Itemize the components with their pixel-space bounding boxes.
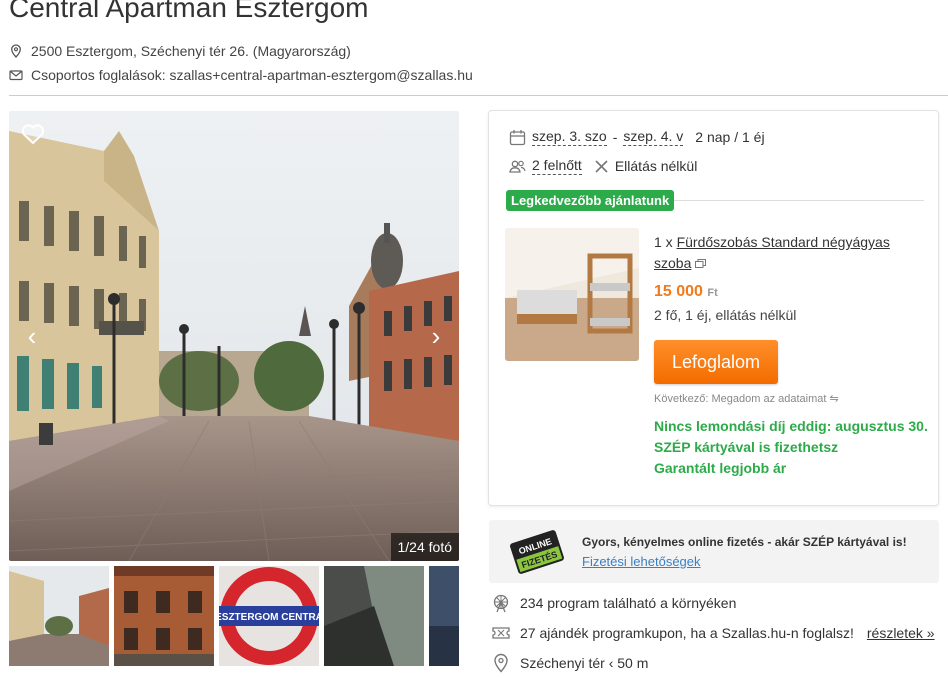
online-payment-logo: ONLINE FIZETÉS (510, 530, 564, 574)
header-divider (9, 95, 948, 96)
group-booking-text[interactable]: Csoportos foglalások: szallas+central-ap… (31, 67, 473, 83)
guests-icon (509, 160, 526, 173)
photo-counter: 1/24 fotó (390, 533, 459, 561)
external-link-icon[interactable] (695, 259, 707, 268)
next-step-text: Következő: Megadom az adataimat (654, 393, 827, 405)
next-step-arrow-icon: ⇋ (829, 393, 839, 405)
checkin-date[interactable]: szep. 3. szo (532, 128, 607, 146)
main-photo[interactable]: ‹ › 1/24 fotó (9, 111, 459, 561)
address-row: 2500 Esztergom, Széchenyi tér 26. (Magya… (9, 43, 351, 59)
calendar-icon (509, 129, 526, 145)
perk-best-price: Garantált legjobb ár (654, 460, 787, 476)
online-payment-box: ONLINE FIZETÉS Gyors, kényelmes online f… (489, 520, 939, 583)
price-currency: Ft (707, 287, 718, 299)
location-pin-icon (11, 44, 21, 58)
next-photo-button[interactable]: › (421, 321, 451, 351)
checkout-date[interactable]: szep. 4. v (623, 128, 684, 146)
mail-icon (9, 70, 23, 81)
room-quantity: 1 x (654, 234, 673, 250)
payment-options-link[interactable]: Fizetési lehetőségek (582, 554, 701, 569)
date-separator: - (612, 129, 618, 145)
cutlery-icon (595, 159, 608, 173)
thumbnail-sign-text: ESZTERGOM CENTRA (219, 612, 319, 623)
prev-photo-button[interactable]: ‹ (17, 321, 47, 351)
offer-perks: Nincs lemondási díj eddig: augusztus 30.… (654, 416, 928, 479)
thumbnail-3[interactable]: ESZTERGOM CENTRA (219, 566, 319, 666)
programs-text[interactable]: 234 program található a környéken (520, 595, 736, 611)
thumbnail-strip: ESZTERGOM CENTRA (9, 566, 459, 666)
date-selector[interactable]: szep. 3. szo - szep. 4. v 2 nap / 1 éj (509, 128, 765, 146)
payment-title: Gyors, kényelmes online fizetés - akár S… (582, 535, 907, 549)
location-pin-icon (494, 653, 508, 673)
address-text: 2500 Esztergom, Széchenyi tér 26. (Magya… (31, 43, 351, 59)
perk-free-cancellation: Nincs lemondási díj eddig: augusztus 30. (654, 418, 928, 434)
best-offer-badge: Legkedvezőbb ajánlatunk (506, 190, 675, 211)
price-value: 15 000 (654, 283, 703, 300)
chevron-left-icon: ‹ (27, 320, 37, 351)
nearby-row: Széchenyi tér ‹ 50 m (491, 653, 648, 673)
coupons-text: 27 ajándék programkupon, ha a Szallas.hu… (520, 625, 854, 641)
board-text: Ellátás nélkül (614, 158, 698, 174)
thumbnail-4[interactable] (324, 566, 424, 666)
room-title: 1 x Fürdőszobás Standard négyágyas szoba (654, 232, 924, 274)
property-title: Central Apartman Esztergom (9, 0, 369, 23)
coupons-details-link[interactable]: részletek » (867, 625, 935, 641)
room-name-link[interactable]: Fürdőszobás Standard négyágyas szoba (654, 234, 890, 271)
thumbnail-5[interactable] (429, 566, 459, 666)
ferris-wheel-icon (493, 594, 509, 613)
room-details: 2 fő, 1 éj, ellátás nélkül (654, 307, 797, 323)
programs-row: 234 program található a környéken (491, 593, 736, 613)
room-photo[interactable] (505, 228, 639, 361)
street-scene-image (9, 111, 459, 561)
guests-row: 2 felnőtt Ellátás nélkül (509, 157, 697, 175)
ticket-icon (492, 627, 510, 639)
favorite-heart-icon[interactable] (21, 123, 45, 145)
chevron-right-icon: › (431, 320, 441, 351)
perk-szep-card: SZÉP kártyával is fizethetsz (654, 439, 839, 455)
guests-selector[interactable]: 2 felnőtt (532, 157, 582, 175)
book-button[interactable]: Lefoglalom (654, 340, 778, 384)
nearby-text: Széchenyi tér ‹ 50 m (520, 655, 649, 671)
group-booking-row: Csoportos foglalások: szallas+central-ap… (9, 67, 473, 83)
nights-text: 2 nap / 1 éj (695, 129, 765, 145)
thumbnail-2[interactable] (114, 566, 214, 666)
thumbnail-1[interactable] (9, 566, 109, 666)
coupons-row: 27 ajándék programkupon, ha a Szallas.hu… (491, 623, 935, 643)
room-price: 15 000 Ft (654, 283, 718, 301)
offer-card: szep. 3. szo - szep. 4. v 2 nap / 1 éj 2… (488, 110, 939, 506)
next-step-note: Következő: Megadom az adataimat ⇋ (654, 392, 839, 405)
